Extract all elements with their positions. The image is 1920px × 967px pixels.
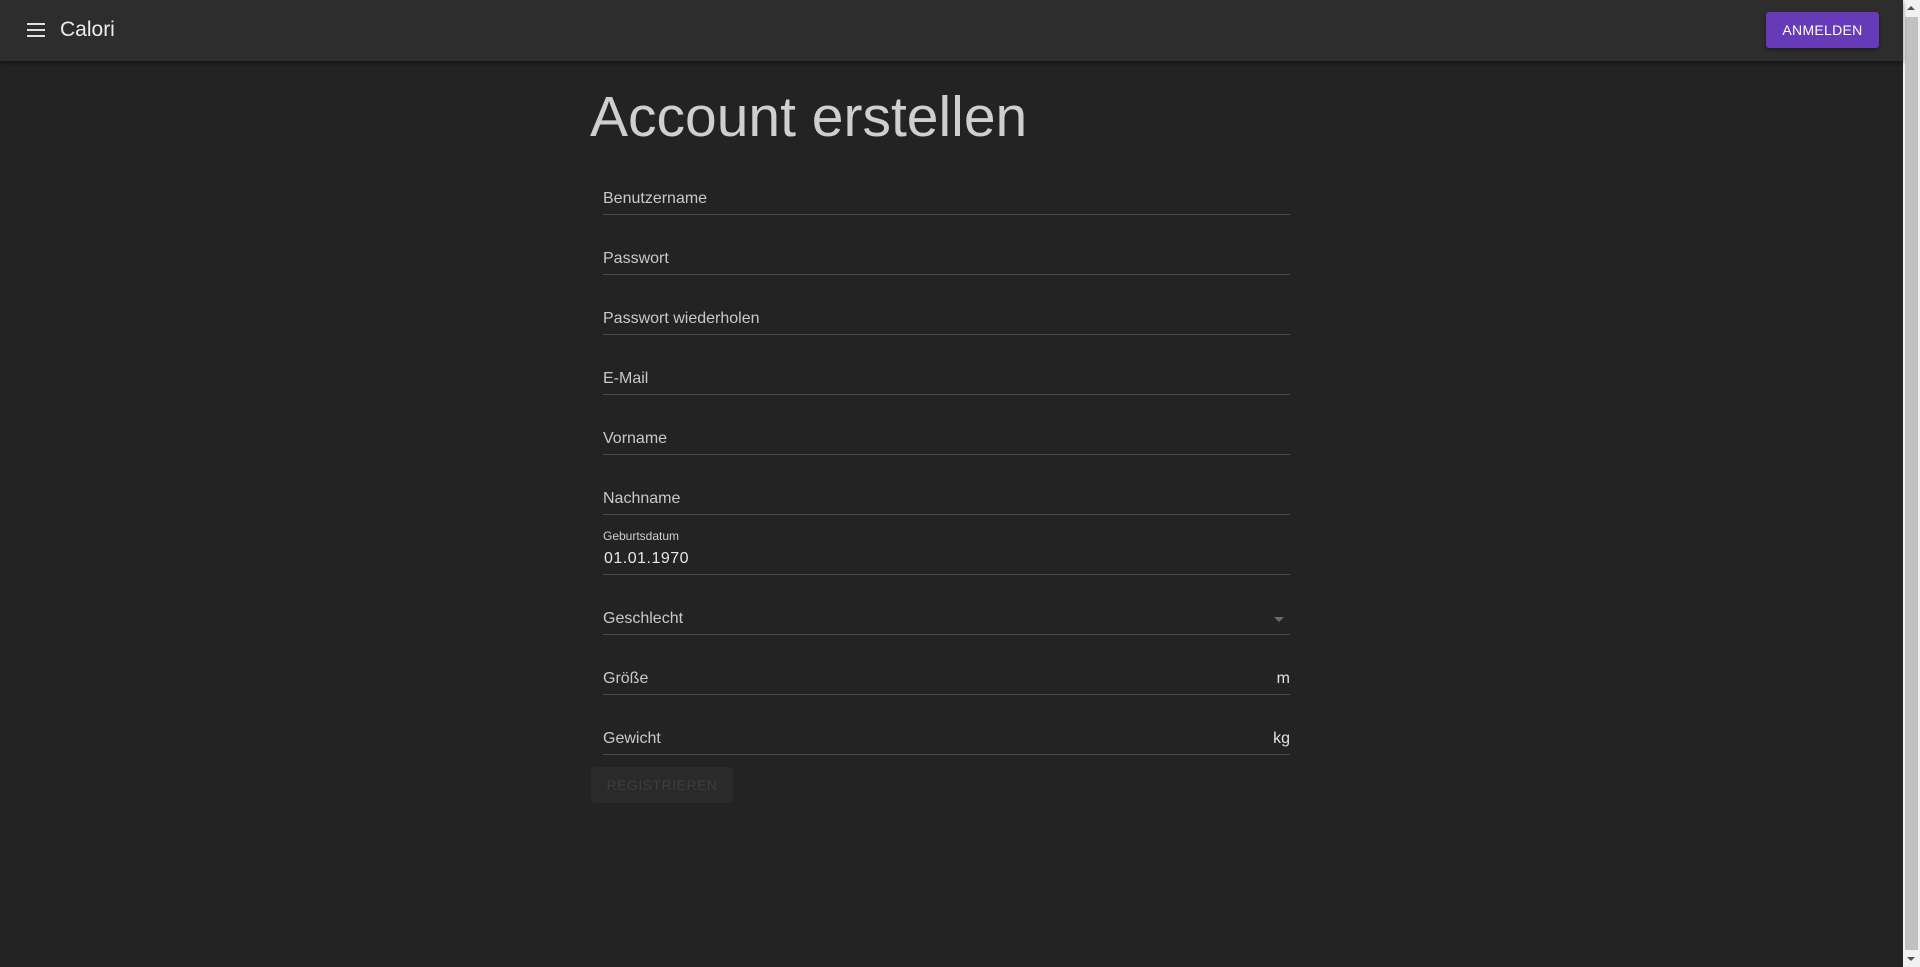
menu-icon: [27, 23, 45, 37]
height-label: Größe: [603, 670, 649, 687]
login-button[interactable]: ANMELDEN: [1766, 12, 1879, 48]
first-name-field[interactable]: Vorname: [603, 400, 1290, 455]
username-field[interactable]: Benutzername: [603, 160, 1290, 215]
birthdate-field[interactable]: Geburtsdatum 01.01.1970: [603, 520, 1290, 575]
weight-field[interactable]: Gewicht kg: [603, 700, 1290, 755]
gender-label: Geschlecht: [603, 610, 684, 627]
password-field[interactable]: Passwort: [603, 220, 1290, 275]
app-title: Calori: [60, 18, 115, 41]
app-bar: Calori ANMELDEN: [0, 0, 1903, 61]
birthdate-label: Geburtsdatum: [603, 529, 680, 543]
menu-button[interactable]: [20, 17, 52, 43]
height-unit: m: [1276, 670, 1290, 687]
page-scrollbar[interactable]: [1903, 0, 1920, 967]
email-field[interactable]: E-Mail: [603, 340, 1290, 395]
username-label: Benutzername: [603, 190, 708, 207]
scroll-down-icon[interactable]: [1907, 957, 1915, 961]
scroll-thumb[interactable]: [1905, 17, 1918, 950]
height-field[interactable]: Größe m: [603, 640, 1290, 695]
password-repeat-label: Passwort wiederholen: [603, 310, 760, 327]
birthdate-value: 01.01.1970: [604, 550, 690, 567]
last-name-field[interactable]: Nachname: [603, 460, 1290, 515]
chevron-down-icon: [1274, 617, 1284, 622]
password-repeat-field[interactable]: Passwort wiederholen: [603, 280, 1290, 335]
gender-select[interactable]: Geschlecht: [603, 580, 1290, 635]
last-name-label: Nachname: [603, 490, 681, 507]
weight-unit: kg: [1273, 730, 1290, 747]
password-label: Passwort: [603, 250, 669, 267]
register-button[interactable]: REGISTRIEREN: [591, 767, 733, 803]
first-name-label: Vorname: [603, 430, 668, 447]
scroll-up-icon[interactable]: [1907, 6, 1915, 10]
email-label: E-Mail: [603, 370, 649, 387]
page-title: Account erstellen: [590, 85, 1028, 149]
weight-label: Gewicht: [603, 730, 661, 747]
